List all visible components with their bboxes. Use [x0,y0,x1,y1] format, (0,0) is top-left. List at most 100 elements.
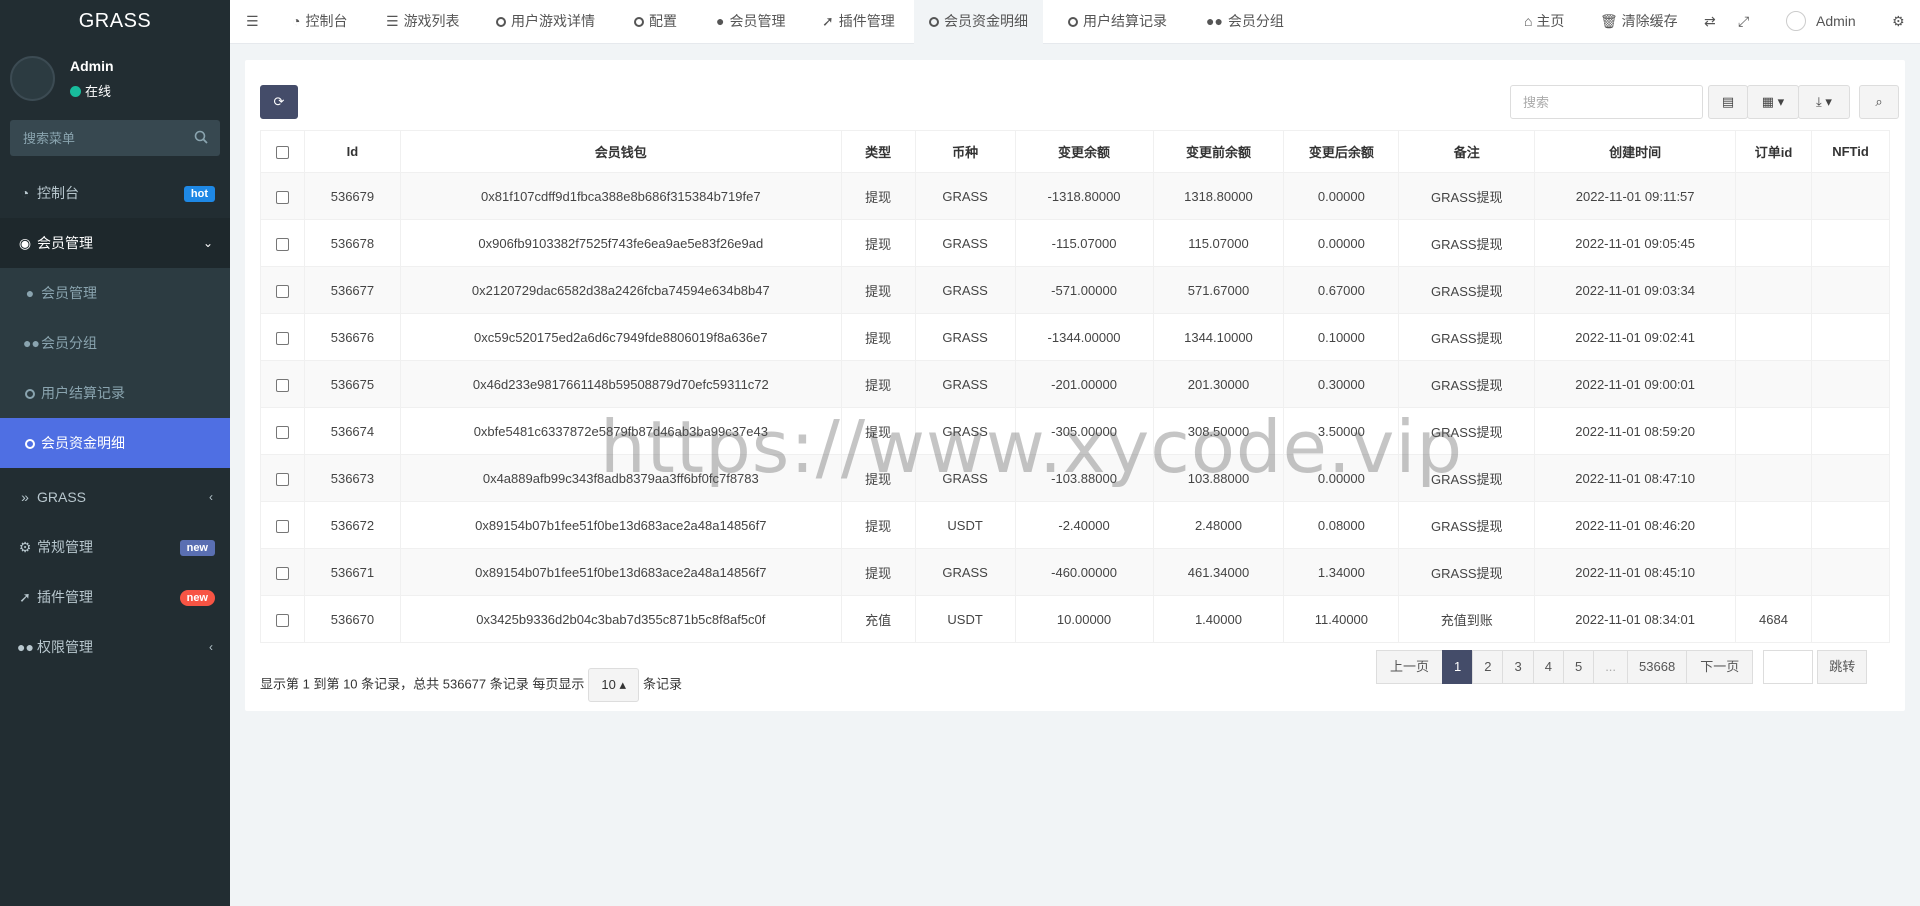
language-icon[interactable]: ⇄ [1704,0,1716,44]
new-badge: new [179,540,215,556]
tab-user-game-detail[interactable]: 用户游戏详情 [496,0,595,44]
tab-settlement-records[interactable]: 用户结算记录 [1068,0,1167,44]
home-link[interactable]: ⌂ 主页 [1524,0,1564,44]
table-row[interactable]: 536670 0x3425b9336d2b04c3bab7d355c871b5c8… [260,595,1891,643]
row-checkbox[interactable] [275,425,289,439]
jump-button[interactable]: 跳转 [1817,650,1868,684]
col-after[interactable]: 变更后余额 [1283,130,1400,173]
tab-member-groups[interactable]: ●● 会员分组 [1206,0,1284,44]
cell-created: 2022-11-01 09:00:01 [1534,360,1737,408]
tab-dashboard[interactable]: ◔ 控制台 [292,0,347,44]
sidebar-item-dashboard[interactable]: ◔ 控制台 hot [0,168,230,218]
group-icon: ●● [17,639,34,655]
settings-icon[interactable]: ⚙ [1892,0,1905,44]
table-row[interactable]: 536674 0xbfe5481c6337872e5879fb87d46ab3ba… [260,407,1891,455]
menu-toggle-icon[interactable]: ☰ [246,0,259,44]
tab-fund-details[interactable]: 会员资金明细 [914,0,1043,44]
cell-after: 0.67000 [1283,266,1400,314]
refresh-button[interactable]: ⟳ [260,85,298,119]
sidebar-item-members[interactable]: ● 会员管理 [0,268,230,318]
sidebar-item-permissions[interactable]: ●● 权限管理 ‹ [0,622,230,672]
cell-before: 103.88000 [1152,454,1285,502]
row-checkbox-cell [260,172,305,220]
table-row[interactable]: 536673 0x4a889afb99c343f8adb8379aa3ff6bf0… [260,454,1891,502]
cell-nft-id [1810,219,1891,267]
tab-config[interactable]: 配置 [634,0,677,44]
app-logo[interactable]: GRASS [0,0,230,44]
page-button[interactable]: 53668 [1627,650,1688,684]
row-checkbox[interactable] [275,613,289,627]
cell-before: 1344.10000 [1152,313,1285,361]
cell-id: 536677 [303,266,401,314]
table-row[interactable]: 536675 0x46d233e9817661148b59508879d70efc… [260,360,1891,408]
cell-before: 1.40000 [1152,595,1285,643]
col-created[interactable]: 创建时间 [1534,130,1737,173]
sidebar-item-settlement-records[interactable]: 用户结算记录 [0,368,230,418]
sidebar-item-plugins[interactable]: ➚ 插件管理 new [0,572,230,622]
cell-before: 201.30000 [1152,360,1285,408]
cell-type: 提现 [840,454,916,502]
col-remark[interactable]: 备注 [1398,130,1536,173]
tab-game-list[interactable]: ☰ 游戏列表 [386,0,460,44]
table-row[interactable]: 536672 0x89154b07b1fee51f0be13d683ace2a48… [260,501,1891,549]
row-checkbox[interactable] [275,378,289,392]
cell-remark: GRASS提现 [1398,501,1536,549]
tab-member-management[interactable]: ● 会员管理 [716,0,785,44]
page-button[interactable]: 4 [1532,650,1564,684]
col-id[interactable]: Id [303,130,401,173]
prev-page-button[interactable]: 上一页 [1376,650,1444,684]
export-button[interactable]: ⤓ ▾ [1798,85,1850,119]
admin-menu[interactable]: Admin [1786,0,1856,44]
clear-cache-button[interactable]: 🗑︎ 清除缓存 [1600,0,1678,44]
page-size-select[interactable]: 10 ▴ [588,668,639,702]
page-button[interactable]: 2 [1472,650,1504,684]
jump-page-input[interactable] [1763,650,1814,684]
page-button[interactable]: 1 [1442,650,1474,684]
cell-created: 2022-11-01 09:11:57 [1534,172,1737,220]
new-badge: new [179,590,215,606]
search-input[interactable] [1510,85,1703,119]
sidebar-item-member-groups[interactable]: ●●会员分组 [0,318,230,368]
grid-icon: ▦ ▾ [1761,94,1785,109]
row-checkbox[interactable] [275,519,289,533]
col-change[interactable]: 变更余额 [1014,130,1154,173]
page-button[interactable]: 5 [1562,650,1595,684]
col-nft-id[interactable]: NFTid [1810,130,1891,173]
sidebar-item-member-management[interactable]: ◉ 会员管理 ⌄ [0,218,230,268]
col-before[interactable]: 变更前余额 [1152,130,1285,173]
search-icon[interactable] [194,130,208,144]
cell-change: -460.00000 [1014,548,1154,596]
col-order-id[interactable]: 订单id [1735,130,1812,173]
pagination: 上一页 1 2 3 4 5 ... 53668 下一页 跳转 [1376,650,1868,684]
col-type[interactable]: 类型 [840,130,916,173]
sidebar-item-general[interactable]: ⚙ 常规管理 new [0,522,230,572]
row-checkbox[interactable] [275,331,289,345]
col-wallet[interactable]: 会员钱包 [399,130,842,173]
table-row[interactable]: 536677 0x2120729dac6582d38a2426fcba74594e… [260,266,1891,314]
select-all-checkbox[interactable] [275,146,289,160]
table-row[interactable]: 536679 0x81f107cdff9d1fbca388e8b686f31538… [260,172,1891,220]
sidebar-item-fund-details[interactable]: 会员资金明细 [0,418,230,468]
tab-plugins[interactable]: ➚ 插件管理 [822,0,895,44]
cell-before: 461.34000 [1152,548,1285,596]
sidebar-item-grass[interactable]: » GRASS ‹ [0,472,230,522]
row-checkbox[interactable] [275,566,289,580]
table-row[interactable]: 536671 0x89154b07b1fee51f0be13d683ace2a48… [260,548,1891,596]
row-checkbox-cell [260,454,305,502]
table-row[interactable]: 536678 0x906fb9103382f7525f743fe6ea9ae5e8… [260,219,1891,267]
cell-nft-id [1810,501,1891,549]
next-page-button[interactable]: 下一页 [1686,650,1754,684]
toggle-view-button[interactable]: ▤ [1708,85,1748,119]
fullscreen-icon[interactable]: ⤢ [1738,0,1749,44]
row-checkbox[interactable] [275,472,289,486]
page-button[interactable]: 3 [1502,650,1534,684]
row-checkbox[interactable] [275,237,289,251]
advanced-search-button[interactable]: ⌕ [1859,85,1899,119]
columns-button[interactable]: ▦ ▾ [1747,85,1799,119]
row-checkbox[interactable] [275,190,289,204]
sidebar-search-input[interactable] [10,120,220,156]
row-checkbox[interactable] [275,284,289,298]
cell-nft-id [1810,313,1891,361]
col-currency[interactable]: 币种 [914,130,1016,173]
table-row[interactable]: 536676 0xc59c520175ed2a6d6c7949fde8806019… [260,313,1891,361]
